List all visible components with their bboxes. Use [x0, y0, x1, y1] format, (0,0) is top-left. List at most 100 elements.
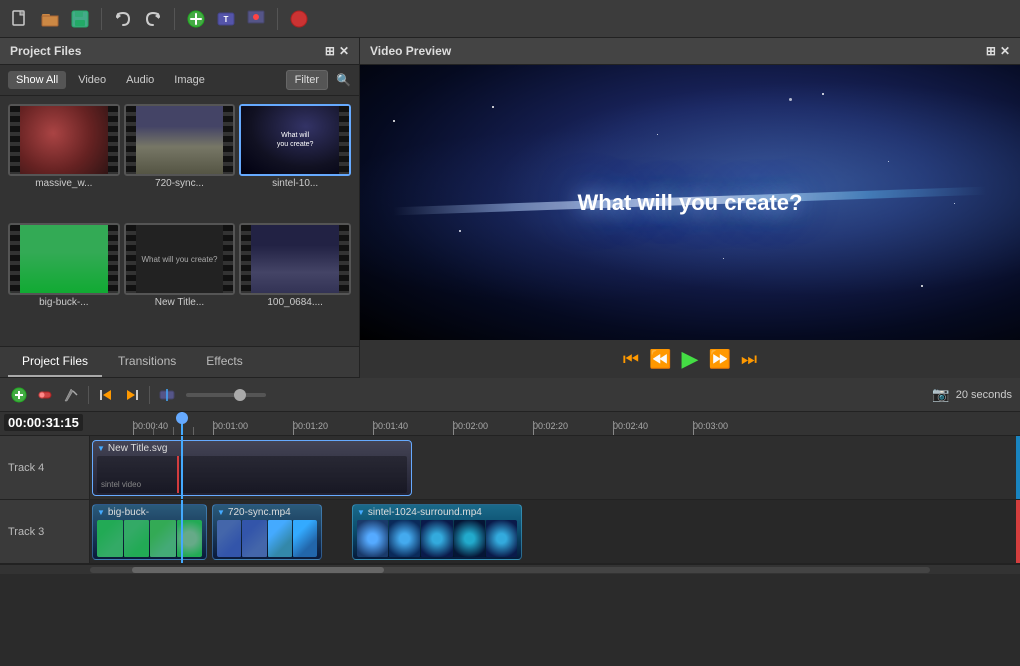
list-item[interactable]: big-buck-... [8, 223, 120, 338]
preview-maximize-button[interactable]: ⊞ [986, 44, 996, 58]
tab-video[interactable]: Video [70, 71, 114, 89]
track-label: Track 4 [0, 436, 90, 499]
timeline-content: 00:00:31:15 00:00:40 00:01:00 00:01:20 0… [0, 412, 1020, 574]
tab-audio[interactable]: Audio [118, 71, 162, 89]
title-button[interactable]: T [214, 7, 238, 31]
clip-thumb [268, 520, 292, 557]
timeline-area: 📷 20 seconds 00:00:31:15 00:00:40 00:01:… [0, 378, 1020, 574]
filter-button[interactable]: Filter [286, 70, 328, 90]
clip-info: sintel video [101, 480, 141, 489]
new-button[interactable] [8, 7, 32, 31]
jump-end-button[interactable] [121, 384, 143, 406]
list-item[interactable]: 100_0684.... [239, 223, 351, 338]
tab-show-all[interactable]: Show All [8, 71, 66, 89]
center-playhead-button[interactable] [156, 384, 178, 406]
ruler-tick [533, 421, 534, 435]
toolbar-separator-3 [277, 8, 278, 30]
timecode-display: 00:00:31:15 [4, 414, 83, 431]
list-item[interactable]: What willyou create? sintel-10... [239, 104, 351, 219]
list-item[interactable]: 720-sync... [124, 104, 236, 219]
timeline-separator-2 [149, 386, 150, 404]
jump-start-button[interactable] [95, 384, 117, 406]
filter-icon[interactable]: 🔍 [336, 73, 351, 87]
preview-close-button[interactable]: ✕ [1000, 44, 1010, 58]
track-content[interactable]: ▼ New Title.svg sintel video [90, 436, 1020, 499]
skip-to-start-button[interactable]: ⏮ [623, 349, 639, 370]
ruler-tick [293, 421, 294, 435]
clip-thumb [293, 520, 317, 557]
redo-button[interactable] [141, 7, 165, 31]
skip-to-end-button[interactable]: ⏭ [741, 349, 757, 370]
clip-label: 720-sync.mp4 [228, 507, 291, 518]
clip-indicator: ▼ [357, 508, 365, 517]
add-clip-button[interactable] [8, 384, 30, 406]
video-preview-text: What will you create? [578, 190, 803, 216]
clip-thumb-strip [357, 520, 517, 557]
clip[interactable]: ▼ New Title.svg sintel video [92, 440, 412, 496]
tab-image[interactable]: Image [166, 71, 213, 89]
enable-snapping-button[interactable] [34, 384, 56, 406]
clip-preview [97, 520, 202, 557]
clip-label: New Title.svg [108, 443, 167, 454]
scroll-thumb[interactable] [132, 567, 384, 573]
playhead-track-line [181, 500, 183, 563]
razor-button[interactable] [60, 384, 82, 406]
clip-preview: sintel video [97, 456, 407, 493]
timeline-ruler: 00:00:31:15 00:00:40 00:01:00 00:01:20 0… [0, 412, 1020, 436]
undo-button[interactable] [111, 7, 135, 31]
toolbar-separator-1 [101, 8, 102, 30]
tab-project-files[interactable]: Project Files [8, 347, 102, 377]
open-button[interactable] [38, 7, 62, 31]
top-toolbar: T [0, 0, 1020, 38]
list-item[interactable]: massive_w... [8, 104, 120, 219]
svg-text:T: T [224, 15, 229, 24]
zoom-thumb[interactable] [234, 389, 246, 401]
list-item[interactable]: What will you create? New Title... [124, 223, 236, 338]
video-preview-area[interactable]: What will you create? [360, 65, 1020, 340]
tab-transitions[interactable]: Transitions [104, 347, 190, 377]
play-button[interactable]: ▶ [682, 346, 699, 372]
zoom-slider[interactable] [186, 393, 266, 397]
video-preview-title: Video Preview [370, 44, 451, 58]
clip[interactable]: ▼ big-buck- [92, 504, 207, 560]
ruler-label: 00:02:00 [453, 421, 488, 431]
project-files-panel: Project Files ⊞ ✕ Show All Video Audio I… [0, 38, 360, 378]
clip-label: big-buck- [108, 507, 149, 518]
clip-indicator: ▼ [217, 508, 225, 517]
panel-maximize-button[interactable]: ⊞ [325, 44, 335, 58]
clip[interactable]: ▼ 720-sync.mp4 [212, 504, 322, 560]
scroll-track[interactable] [90, 567, 930, 573]
zoom-label: 20 seconds [956, 389, 1012, 401]
ruler-tick [373, 421, 374, 435]
clip-thumb [357, 520, 388, 557]
panel-close-button[interactable]: ✕ [339, 44, 349, 58]
ruler-label: 00:01:20 [293, 421, 328, 431]
camera-icon: 📷 [932, 386, 949, 403]
track-end-marker [1016, 500, 1020, 563]
clip[interactable]: ▼ sintel-1024-surround.mp4 [352, 504, 522, 560]
clip-thumb [421, 520, 452, 557]
track-label: Track 3 [0, 500, 90, 563]
track-end-marker [1016, 436, 1020, 499]
horizontal-scrollbar[interactable] [0, 564, 1020, 574]
export-button[interactable] [244, 7, 268, 31]
record-button[interactable] [287, 7, 311, 31]
tab-effects[interactable]: Effects [192, 347, 256, 377]
thumb-label: big-buck-... [8, 295, 120, 310]
add-track-button[interactable] [184, 7, 208, 31]
rewind-button[interactable]: ⏪ [649, 349, 671, 370]
clip-thumb [97, 520, 123, 557]
clip-indicator: ▼ [97, 508, 105, 517]
save-button[interactable] [68, 7, 92, 31]
ruler-tick [173, 427, 174, 435]
track-content[interactable]: ▼ big-buck- [90, 500, 1020, 563]
track-row: Track 4 ▼ New Title.svg [0, 436, 1020, 500]
track-row: Track 3 ▼ big-buck- [0, 500, 1020, 564]
thumb-label: massive_w... [8, 176, 120, 191]
fast-forward-button[interactable]: ⏩ [708, 349, 730, 370]
thumb-label: sintel-10... [239, 176, 351, 191]
bottom-tabs-bar: Project Files Transitions Effects [0, 346, 359, 378]
zoom-track[interactable] [186, 393, 266, 397]
thumb-label: New Title... [124, 295, 236, 310]
ruler-tick [153, 427, 154, 435]
